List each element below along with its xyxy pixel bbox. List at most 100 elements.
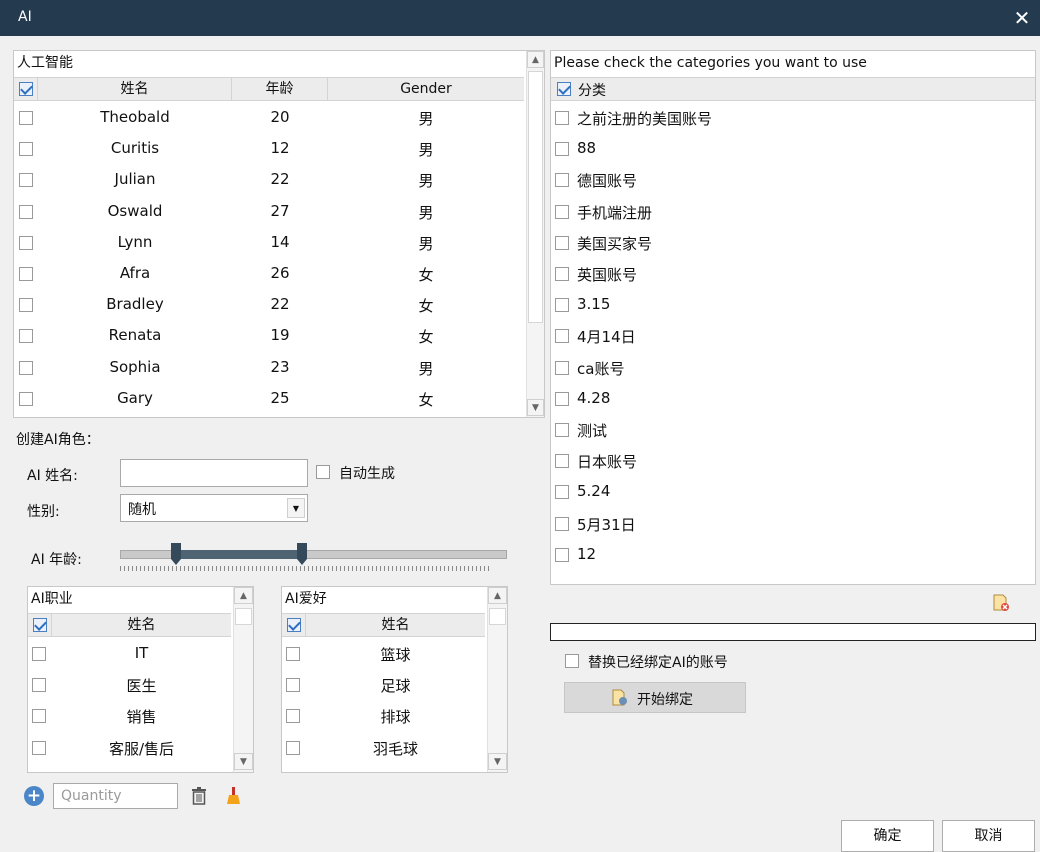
- column-header-age[interactable]: 年龄: [232, 78, 328, 100]
- category-checkbox[interactable]: [555, 142, 569, 157]
- category-checkbox[interactable]: [555, 204, 569, 219]
- scroll-thumb[interactable]: [528, 71, 543, 323]
- scroll-down-icon[interactable]: ▼: [488, 753, 507, 770]
- list-item[interactable]: 客服/售后: [28, 733, 231, 764]
- category-item[interactable]: 美国买家号: [551, 228, 1035, 259]
- row-checkbox[interactable]: [286, 709, 300, 724]
- slider-max-handle[interactable]: [297, 543, 307, 559]
- job-table-scrollbar[interactable]: ▲ ▼: [233, 587, 253, 772]
- category-item[interactable]: 英国账号: [551, 259, 1035, 290]
- clear-list-icon[interactable]: [991, 593, 1011, 613]
- hobby-table-scrollbar[interactable]: ▲ ▼: [487, 587, 507, 772]
- category-item[interactable]: 12: [551, 540, 1035, 571]
- row-checkbox[interactable]: [19, 204, 33, 219]
- table-row[interactable]: Afra 26 女: [14, 259, 524, 290]
- row-checkbox[interactable]: [19, 360, 33, 375]
- close-icon[interactable]: ✕: [1010, 6, 1034, 30]
- category-checkbox[interactable]: [555, 391, 569, 406]
- row-checkbox[interactable]: [19, 267, 33, 281]
- row-checkbox[interactable]: [32, 647, 46, 661]
- table-row[interactable]: Bradley 22 女: [14, 290, 524, 321]
- job-column-header[interactable]: 姓名: [52, 614, 231, 636]
- row-checkbox[interactable]: [286, 647, 300, 661]
- category-checkbox[interactable]: [555, 111, 569, 125]
- list-item[interactable]: 羽毛球: [282, 733, 485, 764]
- table-row[interactable]: Oswald 27 男: [14, 197, 524, 228]
- hobby-select-all-checkbox[interactable]: [287, 618, 301, 632]
- replace-bound-checkbox[interactable]: [565, 654, 579, 668]
- category-item[interactable]: 德国账号: [551, 165, 1035, 196]
- list-item[interactable]: 篮球: [282, 639, 485, 670]
- scroll-up-icon[interactable]: ▲: [488, 587, 507, 604]
- category-checkbox[interactable]: [555, 267, 569, 281]
- list-item[interactable]: 排球: [282, 701, 485, 732]
- ok-button[interactable]: 确定: [841, 820, 934, 852]
- category-item[interactable]: 3.15: [551, 290, 1035, 321]
- category-checkbox[interactable]: [555, 298, 569, 313]
- category-item[interactable]: 5.24: [551, 477, 1035, 508]
- categories-select-all-checkbox[interactable]: [557, 82, 571, 96]
- category-checkbox[interactable]: [555, 547, 569, 562]
- category-item[interactable]: 手机端注册: [551, 197, 1035, 228]
- category-checkbox[interactable]: [555, 235, 569, 250]
- quantity-input[interactable]: Quantity: [53, 783, 178, 809]
- category-item[interactable]: 测试: [551, 415, 1035, 446]
- auto-generate-checkbox[interactable]: [316, 465, 330, 479]
- ai-name-input[interactable]: [120, 459, 308, 487]
- row-checkbox[interactable]: [19, 173, 33, 188]
- row-checkbox[interactable]: [19, 111, 33, 125]
- scroll-up-icon[interactable]: ▲: [234, 587, 253, 604]
- list-item[interactable]: 销售: [28, 701, 231, 732]
- category-item[interactable]: 4月14日: [551, 321, 1035, 352]
- list-item[interactable]: 医生: [28, 670, 231, 701]
- table-row[interactable]: Sophia 23 男: [14, 353, 524, 384]
- scroll-thumb[interactable]: [489, 608, 506, 625]
- category-item[interactable]: 4.28: [551, 384, 1035, 415]
- row-checkbox[interactable]: [19, 329, 33, 344]
- row-checkbox[interactable]: [32, 740, 46, 755]
- trash-icon[interactable]: [190, 786, 208, 806]
- row-checkbox[interactable]: [19, 298, 33, 313]
- slider-min-handle[interactable]: [171, 543, 181, 559]
- category-checkbox[interactable]: [555, 329, 569, 344]
- table-row[interactable]: Julian 22 男: [14, 165, 524, 196]
- category-checkbox[interactable]: [555, 454, 569, 469]
- row-checkbox[interactable]: [32, 709, 46, 724]
- scroll-down-icon[interactable]: ▼: [234, 753, 253, 770]
- row-checkbox[interactable]: [19, 391, 33, 406]
- scroll-thumb[interactable]: [235, 608, 252, 625]
- scroll-up-icon[interactable]: ▲: [527, 51, 544, 68]
- table-row[interactable]: Lynn 14 男: [14, 228, 524, 259]
- dropdown-icon[interactable]: ▼: [287, 498, 305, 518]
- category-item[interactable]: ca账号: [551, 353, 1035, 384]
- category-item[interactable]: 88: [551, 134, 1035, 165]
- cancel-button[interactable]: 取消: [942, 820, 1035, 852]
- table-row[interactable]: Gary 25 女: [14, 384, 524, 415]
- category-checkbox[interactable]: [555, 360, 569, 375]
- table-row[interactable]: Theobald 20 男: [14, 103, 524, 134]
- age-range-slider[interactable]: [120, 540, 508, 574]
- category-item[interactable]: 之前注册的美国账号: [551, 103, 1035, 134]
- category-checkbox[interactable]: [555, 516, 569, 531]
- category-checkbox[interactable]: [555, 423, 569, 437]
- column-header-gender[interactable]: Gender: [328, 78, 524, 100]
- table-row[interactable]: Curitis 12 男: [14, 134, 524, 165]
- category-item[interactable]: 5月31日: [551, 509, 1035, 540]
- table-row[interactable]: Renata 19 女: [14, 321, 524, 352]
- list-item[interactable]: 足球: [282, 670, 485, 701]
- row-checkbox[interactable]: [19, 235, 33, 250]
- hobby-column-header[interactable]: 姓名: [306, 614, 485, 636]
- row-checkbox[interactable]: [286, 740, 300, 755]
- category-item[interactable]: 日本账号: [551, 446, 1035, 477]
- row-checkbox[interactable]: [286, 678, 300, 693]
- category-checkbox[interactable]: [555, 173, 569, 188]
- column-header-name[interactable]: 姓名: [38, 78, 232, 100]
- row-checkbox[interactable]: [32, 678, 46, 693]
- job-select-all-checkbox[interactable]: [33, 618, 47, 632]
- category-checkbox[interactable]: [555, 485, 569, 500]
- ai-table-scrollbar[interactable]: ▲ ▼: [526, 51, 544, 417]
- categories-column-header[interactable]: 分类: [578, 80, 606, 100]
- scroll-down-icon[interactable]: ▼: [527, 399, 544, 416]
- gender-select[interactable]: 随机 ▼: [120, 494, 308, 522]
- start-bind-button[interactable]: 开始绑定: [564, 682, 746, 713]
